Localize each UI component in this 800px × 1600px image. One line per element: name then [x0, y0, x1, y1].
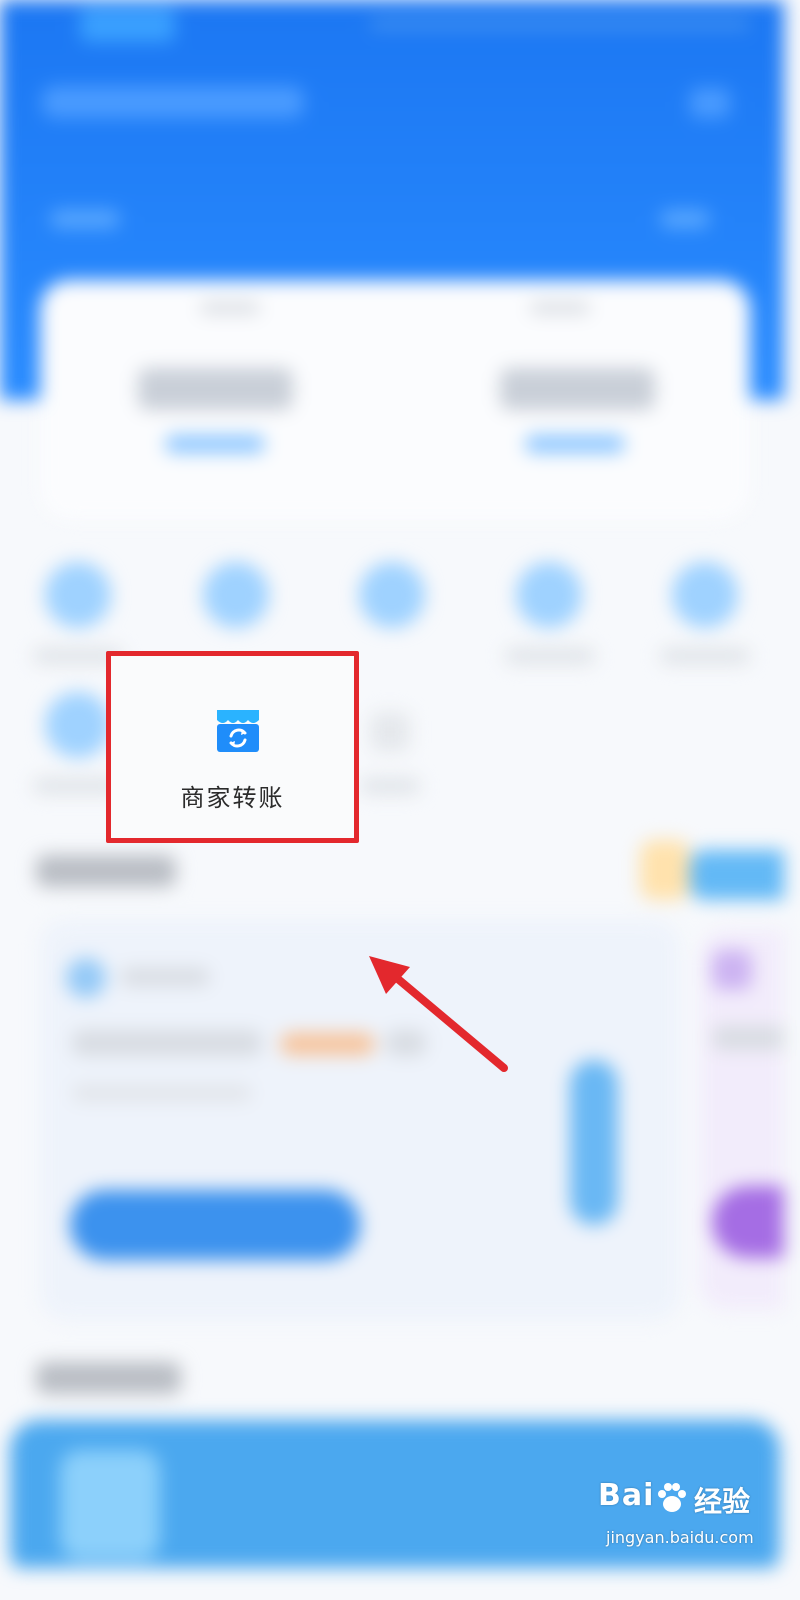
merchant-transfer-label: 商家转账 — [180, 784, 285, 812]
summary-value-left — [138, 368, 293, 410]
promo-graphic — [570, 1060, 618, 1225]
promo-right-button[interactable] — [712, 1186, 784, 1258]
summary-link-right[interactable] — [525, 435, 625, 453]
shop-transfer-icon — [217, 710, 259, 752]
service-icon-5[interactable] — [672, 562, 738, 628]
header-title-placeholder — [42, 86, 304, 118]
summary-value-right — [500, 368, 655, 410]
promo-action-button[interactable] — [70, 1190, 360, 1260]
paw-icon — [658, 1483, 686, 1512]
right-promo-chip[interactable] — [690, 850, 784, 900]
status-bar-pill — [80, 8, 175, 42]
service-icon-4[interactable] — [516, 562, 582, 628]
baidu-jingyan-watermark: Bai 经验 jingyan.baidu.com — [598, 1478, 778, 1558]
header-sub-right — [660, 210, 710, 228]
service-icon-2[interactable] — [203, 562, 269, 628]
summary-link-left[interactable] — [165, 435, 265, 453]
service-icon-1[interactable] — [45, 562, 111, 628]
watermark-suffix: 经验 — [694, 1485, 751, 1518]
summary-card — [40, 280, 750, 520]
section-title-2 — [36, 1362, 181, 1394]
header-menu-icon[interactable] — [690, 88, 730, 118]
service-icon-6[interactable] — [45, 692, 111, 758]
status-bar-line — [370, 20, 750, 28]
service-icon-3[interactable] — [359, 562, 425, 628]
watermark-brand: Bai — [598, 1478, 655, 1513]
watermark-url: jingyan.baidu.com — [606, 1528, 754, 1547]
header-sub-left — [50, 210, 120, 228]
merchant-transfer-item[interactable]: 商家转账 — [106, 651, 359, 843]
section-title-1 — [36, 855, 176, 887]
